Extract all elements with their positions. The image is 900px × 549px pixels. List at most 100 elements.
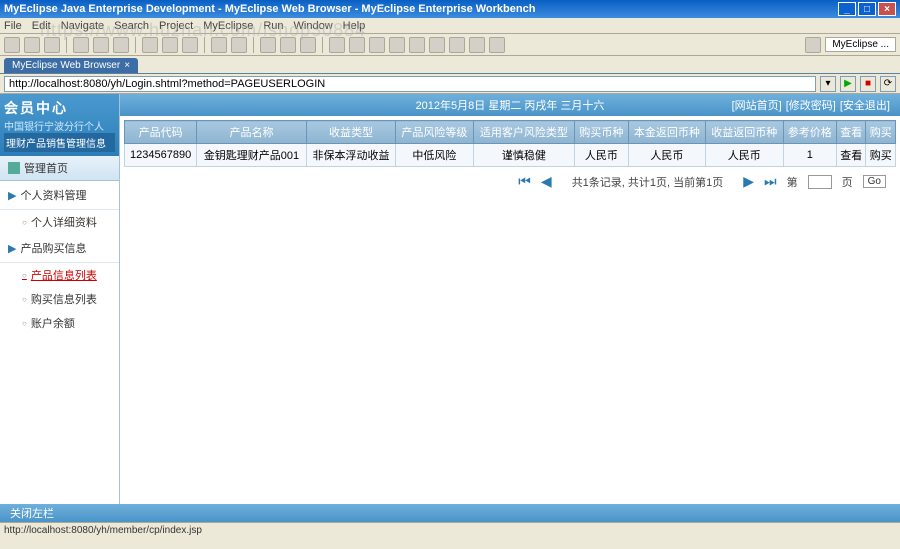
misc-icon[interactable] [469, 37, 485, 53]
perspective-label[interactable]: MyEclipse ... [825, 37, 896, 52]
cell-ref-price: 1 [783, 144, 836, 167]
misc-icon[interactable] [409, 37, 425, 53]
open-type-icon[interactable] [142, 37, 158, 53]
menu-help[interactable]: Help [343, 20, 366, 32]
toolbar-separator [204, 37, 205, 53]
misc-icon[interactable] [389, 37, 405, 53]
server-icon[interactable] [280, 37, 296, 53]
sidebar-item-label: 购买信息列表 [31, 291, 97, 307]
external-tools-icon[interactable] [113, 37, 129, 53]
perspective-icon[interactable] [805, 37, 821, 53]
toolbar-separator [66, 37, 67, 53]
menu-search[interactable]: Search [114, 20, 149, 32]
refresh-icon[interactable] [300, 37, 316, 53]
link-home[interactable]: [网站首页] [732, 97, 782, 113]
misc-icon[interactable] [449, 37, 465, 53]
cell-name: 金钥匙理财产品001 [197, 144, 307, 167]
url-input[interactable] [4, 76, 816, 92]
sidebar-item-label: 账户余额 [31, 315, 75, 331]
cell-view-link[interactable]: 查看 [837, 144, 866, 167]
col-principal-return: 本金返回币种 [628, 121, 705, 144]
menu-myeclipse[interactable]: MyEclipse [203, 20, 253, 32]
url-dropdown-icon[interactable]: ▾ [820, 76, 836, 92]
col-income-return: 收益返回币种 [706, 121, 783, 144]
arrow-icon: ▶ [8, 189, 16, 202]
misc-icon[interactable] [329, 37, 345, 53]
cell-income-type: 非保本浮动收益 [306, 144, 395, 167]
browser-address-bar: ▾ ▶ ■ ⟳ [0, 74, 900, 94]
save-all-icon[interactable] [44, 37, 60, 53]
menu-run[interactable]: Run [263, 20, 283, 32]
menu-edit[interactable]: Edit [32, 20, 51, 32]
sidebar-home-label: 管理首页 [24, 160, 68, 176]
first-page-icon[interactable]: ⏮ [518, 173, 531, 190]
cell-code: 1234567890 [125, 144, 197, 167]
save-icon[interactable] [24, 37, 40, 53]
page-topbar: 2012年5月8日 星期二 丙戌年 三月十六 [网站首页] [修改密码] [安全… [120, 94, 900, 116]
prev-page-icon[interactable]: ◀ [541, 173, 552, 190]
col-name: 产品名称 [197, 121, 307, 144]
misc-icon[interactable] [369, 37, 385, 53]
annotation-icon[interactable] [182, 37, 198, 53]
sidebar-item-label: 产品信息列表 [31, 267, 97, 283]
last-page-icon[interactable]: ⏭ [764, 173, 777, 190]
cell-customer-risk: 谨慎稳健 [473, 144, 574, 167]
sidebar-section-profile[interactable]: ▶ 个人资料管理 [0, 181, 119, 210]
misc-icon[interactable] [489, 37, 505, 53]
menu-project[interactable]: Project [159, 20, 193, 32]
deploy-icon[interactable] [260, 37, 276, 53]
col-buy: 购买 [866, 121, 896, 144]
minimize-button[interactable]: _ [838, 2, 856, 16]
cell-buy-link[interactable]: 购买 [866, 144, 896, 167]
col-ref-price: 参考价格 [783, 121, 836, 144]
menu-file[interactable]: File [4, 20, 22, 32]
go-button[interactable]: Go [863, 175, 886, 188]
page-content: 会员中心 中国银行宁波分行个人 理财产品销售管理信息 管理首页 ▶ 个人资料管理… [0, 94, 900, 504]
page-summary: 共1条记录, 共计1页, 当前第1页 [572, 174, 724, 190]
tab-close-icon[interactable]: × [124, 60, 130, 71]
menu-navigate[interactable]: Navigate [61, 20, 104, 32]
close-sidebar-link[interactable]: 关闭左栏 [10, 505, 54, 521]
new-icon[interactable] [4, 37, 20, 53]
sidebar-section-products[interactable]: ▶ 产品购买信息 [0, 234, 119, 263]
sidebar-home[interactable]: 管理首页 [0, 156, 119, 181]
link-logout[interactable]: [安全退出] [840, 97, 890, 113]
page-input[interactable] [808, 175, 832, 189]
forward-icon[interactable] [231, 37, 247, 53]
stop-button[interactable]: ■ [860, 76, 876, 92]
window-title: MyEclipse Java Enterprise Development - … [4, 3, 535, 15]
search-icon[interactable] [162, 37, 178, 53]
editor-tab-bar: MyEclipse Web Browser × [0, 56, 900, 74]
table-container: 产品代码 产品名称 收益类型 产品风险等级 适用客户风险类型 购买币种 本金返回… [120, 116, 900, 200]
go-button[interactable]: ▶ [840, 76, 856, 92]
back-icon[interactable] [211, 37, 227, 53]
cell-risk-level: 中低风险 [396, 144, 473, 167]
debug-icon[interactable] [73, 37, 89, 53]
page-label-prefix: 第 [787, 174, 798, 190]
sidebar-item-purchase-list[interactable]: 购买信息列表 [0, 287, 119, 311]
maximize-button[interactable]: □ [858, 2, 876, 16]
sidebar-item-balance[interactable]: 账户余额 [0, 311, 119, 335]
link-change-password[interactable]: [修改密码] [786, 97, 836, 113]
next-page-icon[interactable]: ▶ [743, 173, 754, 190]
refresh-button[interactable]: ⟳ [880, 76, 896, 92]
home-icon [8, 162, 20, 174]
close-button[interactable]: × [878, 2, 896, 16]
col-buy-currency: 购买币种 [575, 121, 628, 144]
page-bottom-bar: 关闭左栏 [0, 504, 900, 522]
run-icon[interactable] [93, 37, 109, 53]
sidebar: 会员中心 中国银行宁波分行个人 理财产品销售管理信息 管理首页 ▶ 个人资料管理… [0, 94, 120, 504]
sidebar-header: 会员中心 中国银行宁波分行个人 理财产品销售管理信息 [0, 94, 119, 156]
col-view: 查看 [837, 121, 866, 144]
sidebar-item-product-list[interactable]: 产品信息列表 [0, 263, 119, 287]
col-income-type: 收益类型 [306, 121, 395, 144]
misc-icon[interactable] [349, 37, 365, 53]
tab-browser[interactable]: MyEclipse Web Browser × [4, 58, 138, 73]
cell-principal-return: 人民币 [628, 144, 705, 167]
misc-icon[interactable] [429, 37, 445, 53]
status-bar: http://localhost:8080/yh/member/cp/index… [0, 522, 900, 538]
page-label-suffix: 页 [842, 174, 853, 190]
col-code: 产品代码 [125, 121, 197, 144]
menu-window[interactable]: Window [294, 20, 333, 32]
sidebar-item-profile-detail[interactable]: 个人详细资料 [0, 210, 119, 234]
